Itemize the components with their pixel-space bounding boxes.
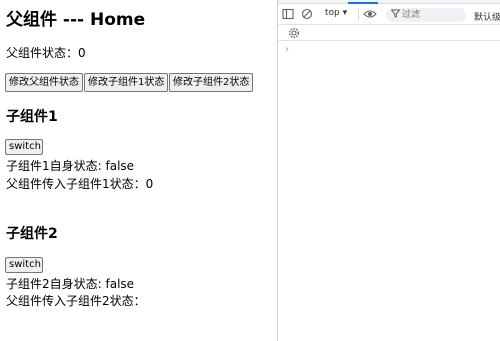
sidebar-icon[interactable] bbox=[282, 8, 294, 20]
context-selector[interactable]: top ▾ bbox=[325, 8, 347, 18]
devtools-tab-strip bbox=[278, 0, 500, 4]
eye-icon[interactable] bbox=[363, 8, 377, 20]
console-toolbar: top ▾ 默认级别 bbox=[278, 5, 500, 25]
clear-console-icon[interactable] bbox=[301, 8, 313, 20]
modify-parent-state-button[interactable]: 修改父组件状态 bbox=[5, 73, 83, 92]
child1-prop-state-label: 父组件传入子组件1状态： bbox=[6, 177, 146, 191]
parent-status-value: 0 bbox=[78, 46, 86, 60]
child2-self-state-label: 子组件2自身状态: bbox=[6, 277, 106, 291]
filter-icon bbox=[390, 9, 401, 21]
app-page: 父组件 --- Home 父组件状态：0 修改父组件状态 修改子组件1状态 修改… bbox=[0, 0, 277, 341]
console-settings-row bbox=[278, 26, 500, 41]
filter-input[interactable] bbox=[402, 9, 462, 21]
context-value: top bbox=[325, 8, 340, 18]
child2-heading: 子组件2 bbox=[6, 226, 58, 242]
chevron-down-icon: ▾ bbox=[342, 8, 348, 18]
child2-prop-state: 父组件传入子组件2状态： bbox=[6, 292, 146, 309]
log-levels-dropdown[interactable]: 默认级别 bbox=[474, 10, 500, 23]
console-filter[interactable] bbox=[386, 8, 466, 22]
child1-prop-state: 父组件传入子组件1状态：0 bbox=[6, 175, 153, 192]
parent-status: 父组件状态：0 bbox=[6, 44, 86, 61]
console-prompt[interactable]: › bbox=[285, 44, 289, 55]
child1-self-state: 子组件1自身状态: false bbox=[6, 157, 134, 174]
child1-self-state-label: 子组件1自身状态: bbox=[6, 159, 106, 173]
devtools-console-panel: top ▾ 默认级别 › bbox=[278, 0, 500, 341]
child2-switch-button[interactable]: switch bbox=[5, 257, 43, 273]
child1-self-state-value: false bbox=[105, 159, 135, 173]
page-title: 父组件 --- Home bbox=[6, 10, 146, 30]
child1-heading: 子组件1 bbox=[6, 109, 58, 125]
child2-self-state-value: false bbox=[105, 277, 135, 291]
child1-switch-button[interactable]: switch bbox=[5, 139, 43, 155]
modify-child1-state-button[interactable]: 修改子组件1状态 bbox=[84, 73, 168, 92]
parent-status-label: 父组件状态： bbox=[6, 46, 79, 60]
child2-self-state: 子组件2自身状态: false bbox=[6, 275, 134, 292]
gear-icon[interactable] bbox=[288, 27, 300, 39]
child1-prop-state-value: 0 bbox=[145, 177, 154, 191]
modify-child2-state-button[interactable]: 修改子组件2状态 bbox=[169, 73, 253, 92]
child2-prop-state-label: 父组件传入子组件2状态： bbox=[6, 294, 146, 308]
tab-console[interactable] bbox=[348, 0, 378, 4]
toolbar-separator bbox=[358, 9, 359, 21]
